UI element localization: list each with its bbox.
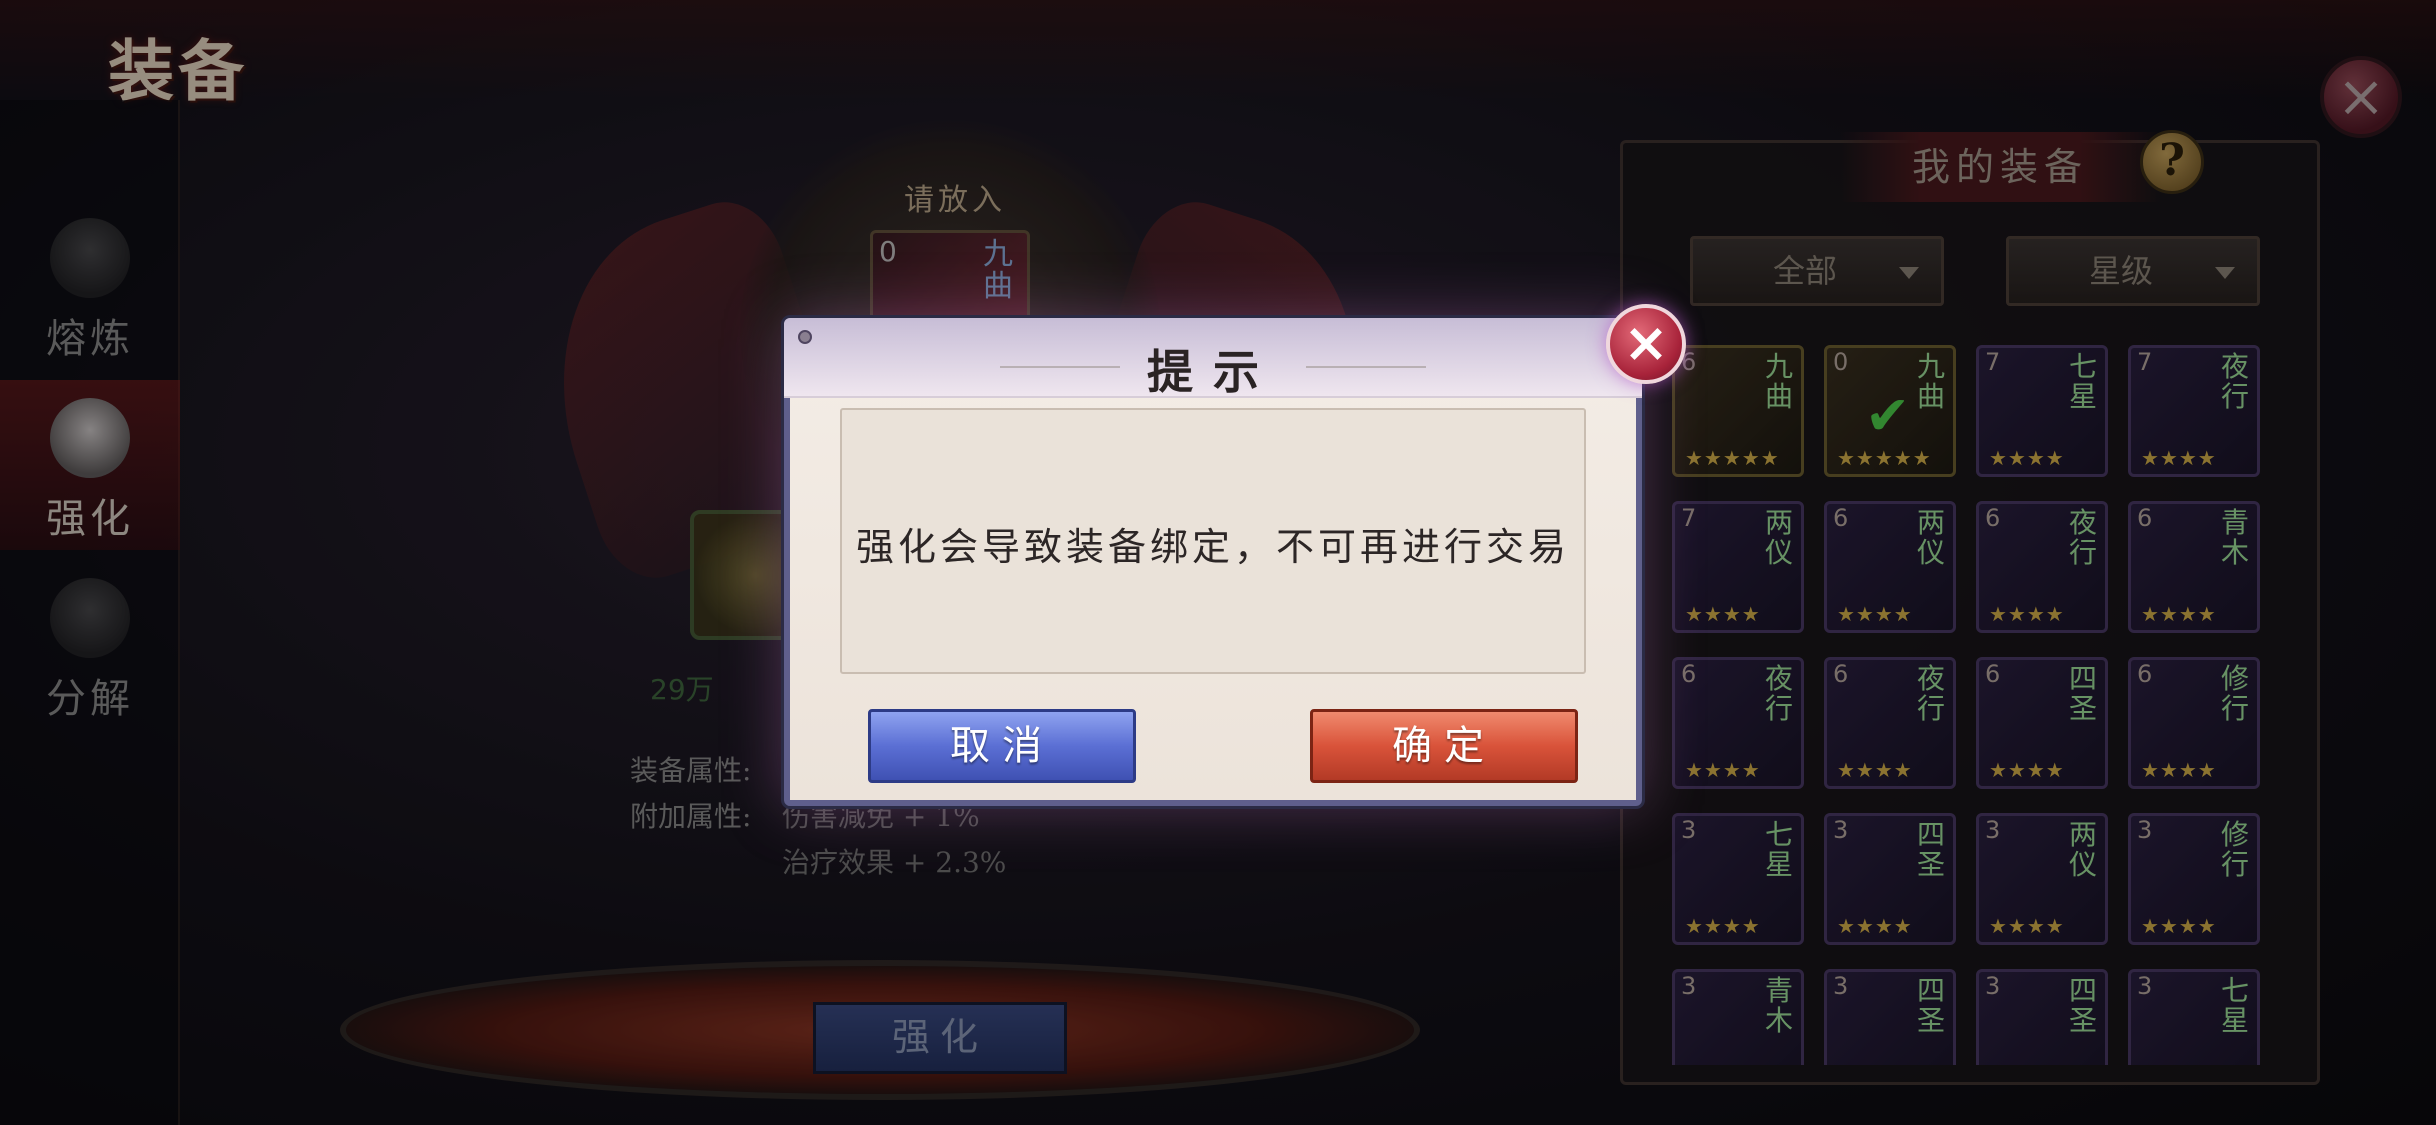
message-box: 强化会导致装备绑定，不可再进行交易 bbox=[840, 408, 1586, 674]
cancel-button[interactable]: 取消 bbox=[868, 709, 1136, 783]
dialog-message: 强化会导致装备绑定，不可再进行交易 bbox=[855, 525, 1570, 569]
confirm-dialog: 提示 × 强化会导致装备绑定，不可再进行交易 取消 确定 bbox=[784, 304, 1686, 806]
dialog-close-button[interactable]: × bbox=[1606, 304, 1686, 384]
dialog-title: 提示 bbox=[1147, 345, 1279, 399]
confirm-button[interactable]: 确定 bbox=[1310, 709, 1578, 783]
